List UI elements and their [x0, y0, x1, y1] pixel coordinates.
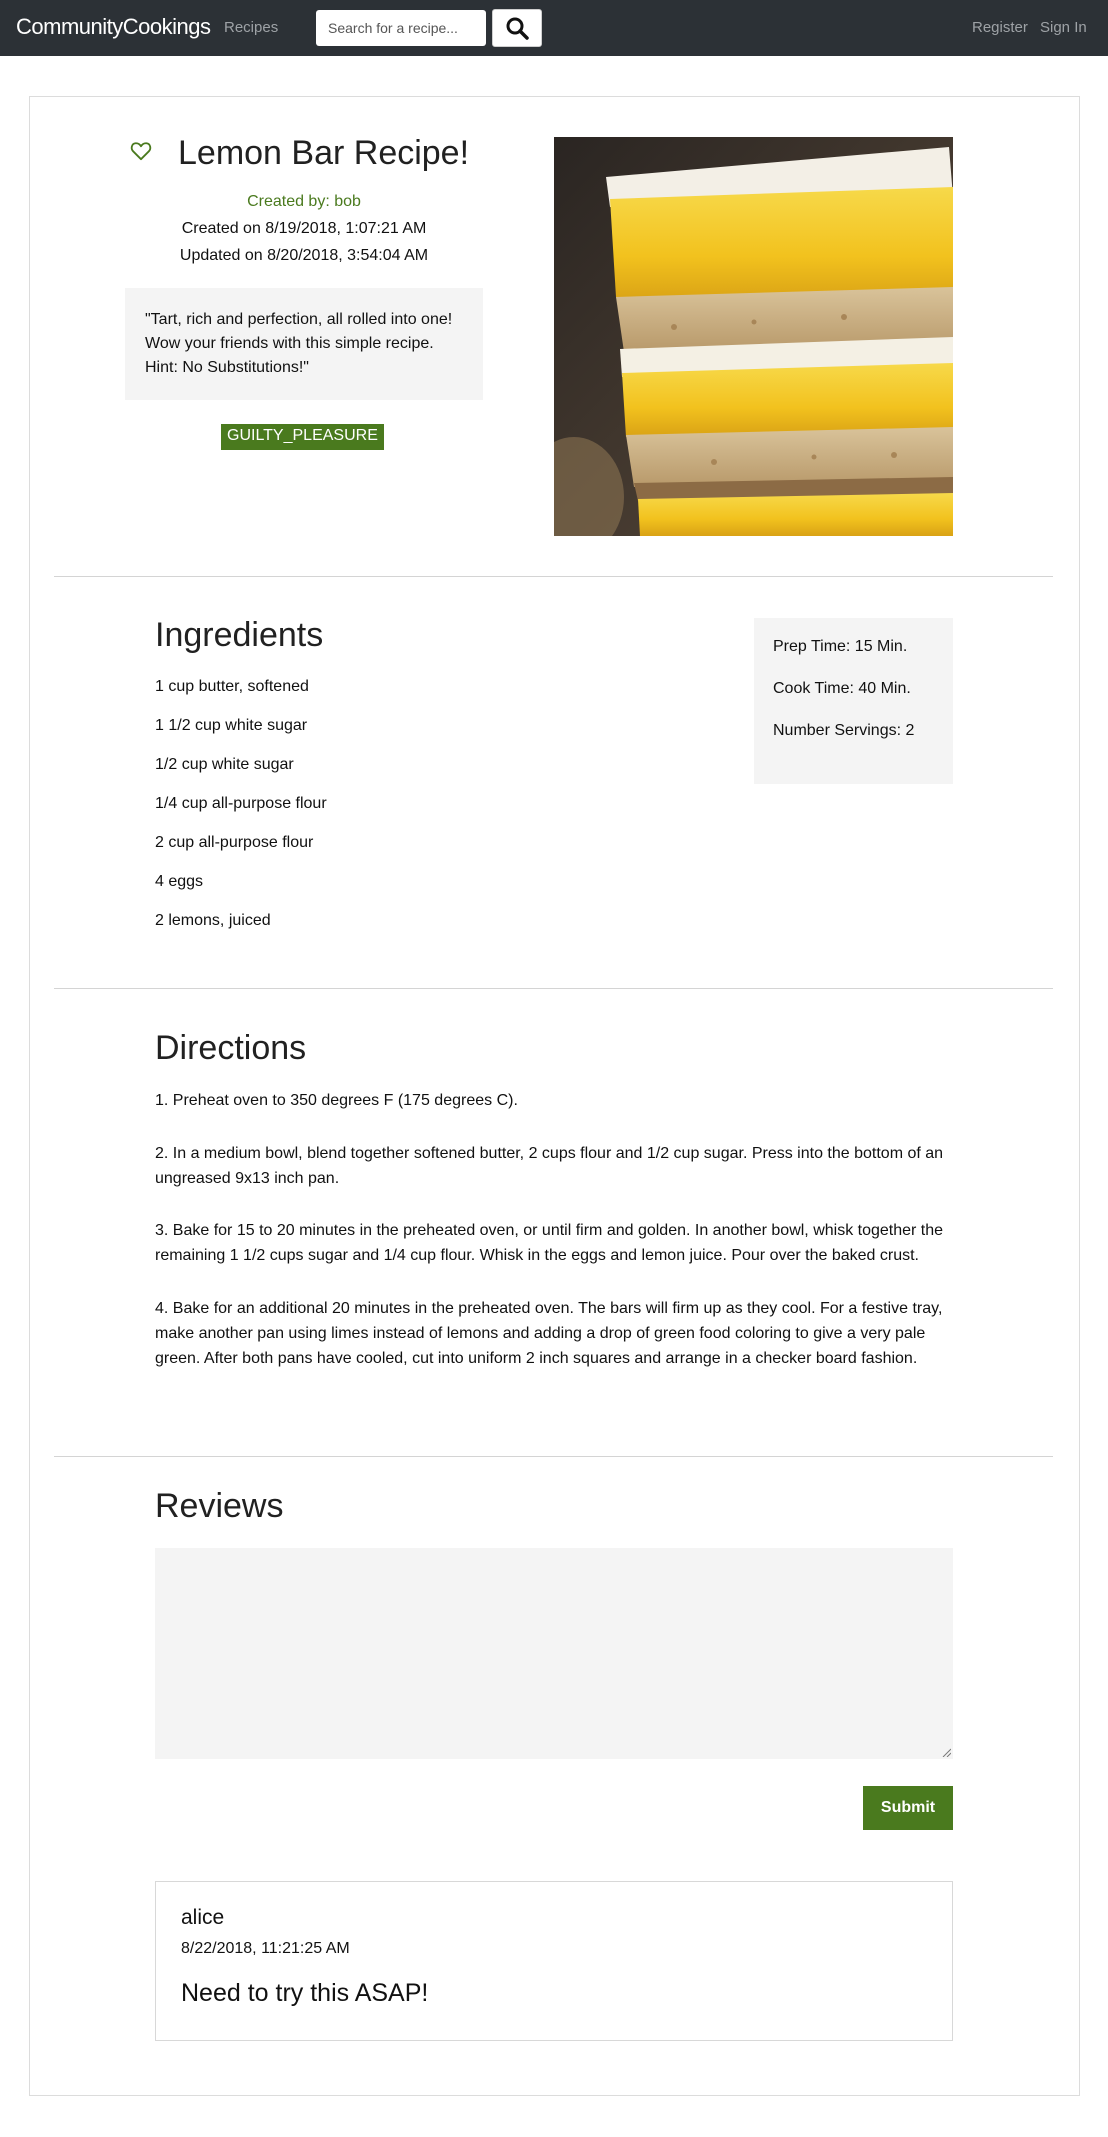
cook-time: Cook Time: 40 Min. — [773, 680, 911, 697]
section-divider — [54, 1456, 1053, 1457]
resize-handle-icon[interactable] — [941, 1747, 951, 1757]
reviews-heading: Reviews — [155, 1487, 284, 1525]
timing-panel: Prep Time: 15 Min. Cook Time: 40 Min. Nu… — [754, 618, 953, 784]
recipe-created-date: Created on 8/19/2018, 1:07:21 AM — [181, 220, 427, 237]
heart-icon[interactable] — [130, 141, 152, 161]
description-line: Wow your friends with this simple recipe… — [145, 335, 434, 352]
nav-register-link[interactable]: Register — [972, 19, 1028, 36]
ingredient-item: 1 cup butter, softened — [155, 678, 309, 695]
description-line: "Tart, rich and perfection, all rolled i… — [145, 311, 453, 328]
recipe-title: Lemon Bar Recipe! — [178, 134, 470, 172]
lemon-bar-photo — [554, 137, 953, 536]
section-divider — [54, 988, 1053, 989]
recipe-creator[interactable]: Created by: bob — [125, 193, 483, 211]
review-date: 8/22/2018, 11:21:25 AM — [181, 1940, 350, 1957]
nav-recipes-link[interactable]: Recipes — [224, 19, 278, 36]
nav-signin-link[interactable]: Sign In — [1040, 19, 1087, 36]
review-text: Need to try this ASAP! — [181, 1979, 429, 2007]
direction-step: 1. Preheat oven to 350 degrees F (175 de… — [155, 1092, 518, 1109]
review-card: alice 8/22/2018, 11:21:25 AM Need to try… — [155, 1881, 953, 2041]
ingredient-item: 1/4 cup all-purpose flour — [155, 795, 327, 812]
recipe-tag-badge[interactable]: GUILTY_PLEASURE — [221, 424, 384, 450]
navbar: CommunityCookings Recipes Register Sign … — [0, 0, 1108, 56]
direction-step: 3. Bake for 15 to 20 minutes in the preh… — [155, 1222, 944, 1264]
ingredient-item: 1 1/2 cup white sugar — [155, 717, 308, 734]
ingredient-item: 1/2 cup white sugar — [155, 756, 294, 773]
direction-step: 4. Bake for an additional 20 minutes in … — [155, 1300, 943, 1367]
direction-step: 2. In a medium bowl, blend together soft… — [155, 1145, 944, 1187]
submit-review-button[interactable]: Submit — [863, 1786, 953, 1830]
recipe-image — [554, 137, 953, 536]
review-author[interactable]: alice — [181, 1906, 224, 1930]
description-line: Hint: No Substitutions!" — [145, 359, 309, 376]
search-icon — [506, 17, 529, 40]
ingredient-item: 2 cup all-purpose flour — [155, 834, 314, 851]
review-textarea[interactable] — [155, 1548, 953, 1759]
recipe-updated-date: Updated on 8/20/2018, 3:54:04 AM — [179, 247, 429, 264]
section-divider — [54, 576, 1053, 577]
recipe-description: "Tart, rich and perfection, all rolled i… — [125, 288, 483, 400]
search-button[interactable] — [492, 9, 542, 47]
number-servings: Number Servings: 2 — [773, 722, 915, 739]
ingredient-item: 4 eggs — [155, 873, 204, 890]
ingredient-item: 2 lemons, juiced — [155, 912, 271, 929]
ingredients-heading: Ingredients — [155, 616, 324, 654]
directions-heading: Directions — [155, 1029, 307, 1067]
prep-time: Prep Time: 15 Min. — [773, 638, 908, 655]
brand-logo[interactable]: CommunityCookings — [16, 14, 211, 40]
search-input[interactable] — [316, 10, 486, 46]
